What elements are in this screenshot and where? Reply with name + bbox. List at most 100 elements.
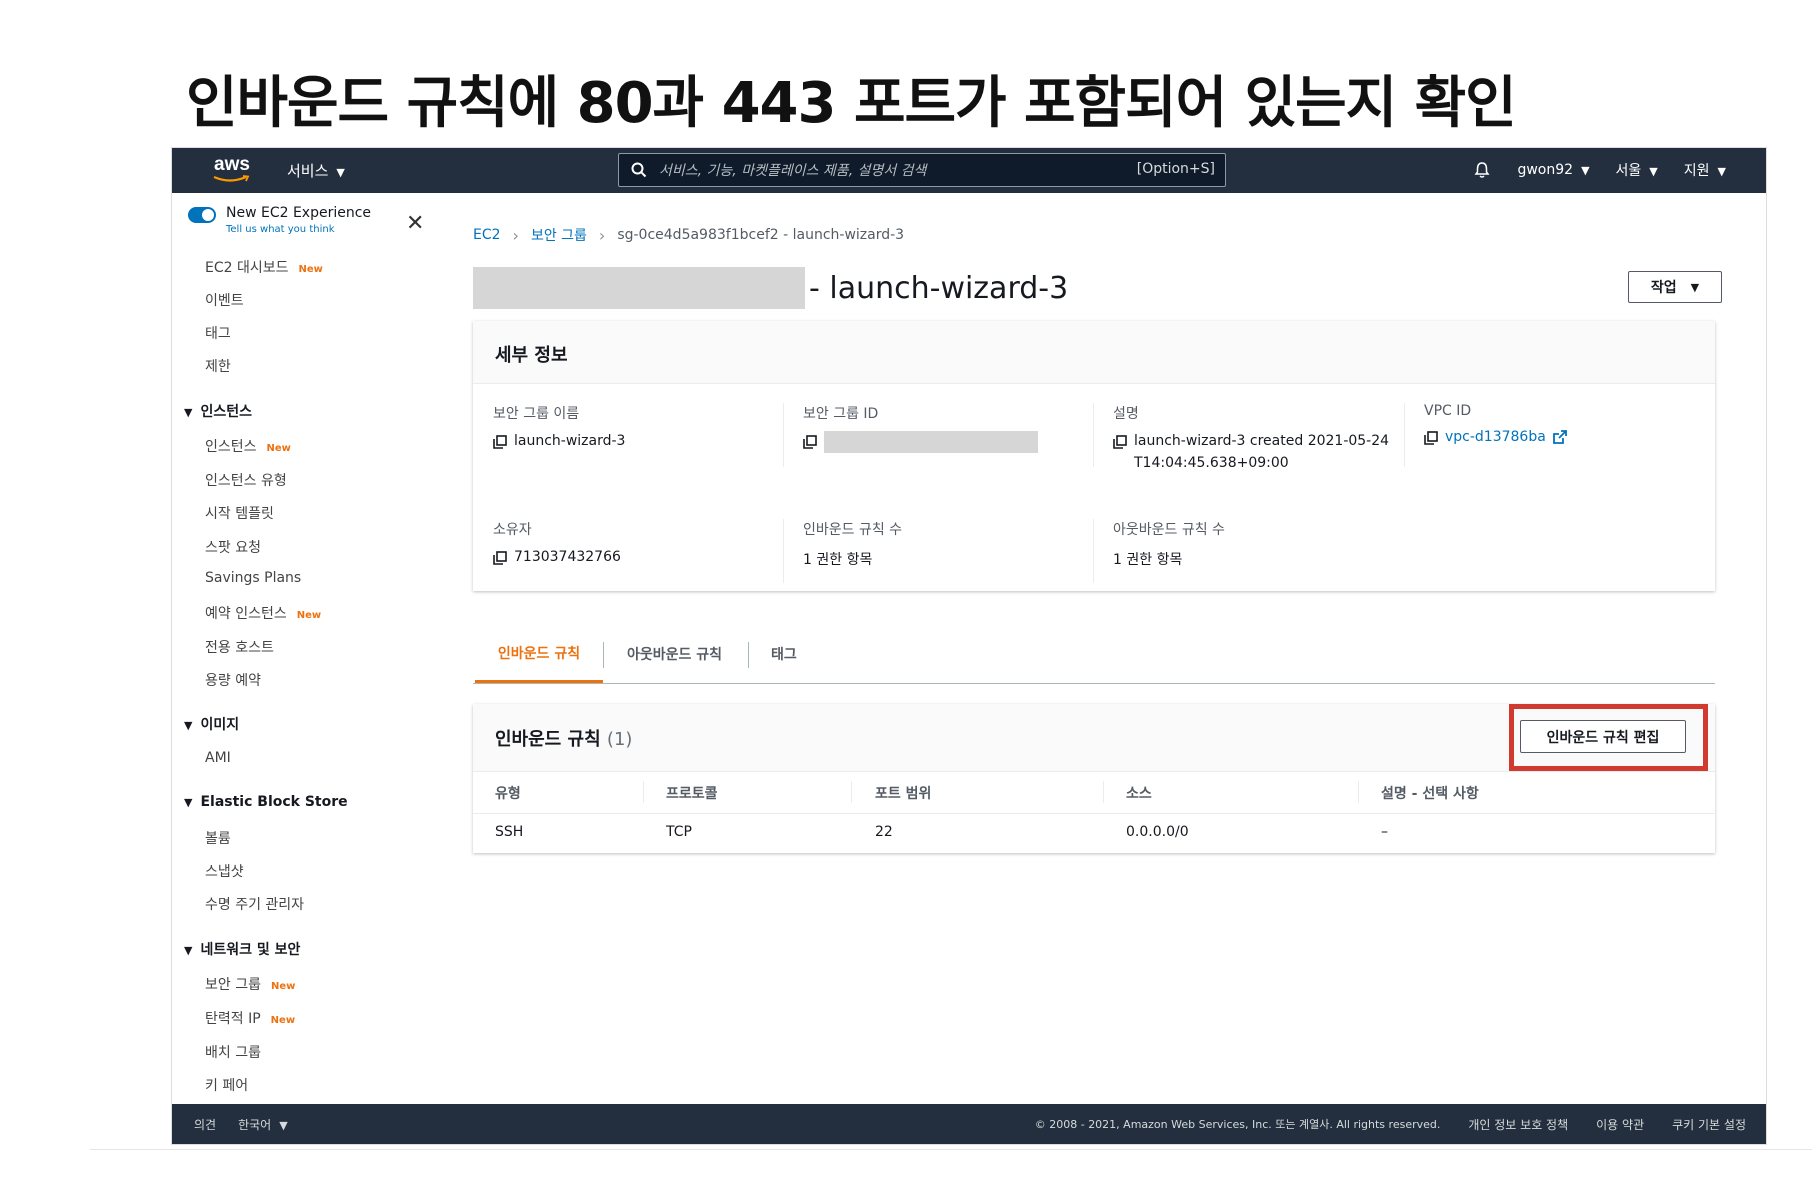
table-row[interactable]: SSH TCP 22 0.0.0.0/0 – (473, 814, 1715, 850)
aws-logo[interactable]: aws (212, 154, 254, 184)
column-divider (1358, 781, 1359, 803)
sidebar-section-ebs[interactable]: ▼ Elastic Block Store (184, 794, 348, 810)
copy-icon[interactable] (493, 435, 507, 449)
copyright-text: © 2008 - 2021, Amazon Web Services, Inc.… (1034, 1118, 1441, 1131)
sidebar: New EC2 Experience Tell us what you thin… (172, 193, 439, 1105)
sidebar-item-savings-plans[interactable]: Savings Plans (205, 570, 301, 586)
page-title-text: - launch-wizard-3 (809, 270, 1069, 306)
rules-count: (1) (606, 729, 633, 750)
column-divider (851, 781, 852, 803)
copy-icon[interactable] (803, 435, 817, 449)
search-shortcut-hint: [Option+S] (1136, 161, 1215, 177)
tab-tags[interactable]: 태그 (771, 625, 797, 683)
chevron-right-icon: › (512, 225, 519, 245)
field-label: 설명 (1113, 406, 1139, 422)
column-divider (783, 403, 784, 467)
sidebar-item-label: 예약 인스턴스 (205, 606, 287, 622)
column-header-source[interactable]: 소스 (1126, 783, 1152, 803)
services-label: 서비스 (287, 162, 329, 180)
sidebar-item-ami[interactable]: AMI (205, 750, 231, 766)
field-label: 소유자 (493, 522, 532, 538)
sidebar-item-instances[interactable]: 인스턴스 New (205, 436, 291, 456)
sidebar-section-instances[interactable]: ▼ 인스턴스 (184, 401, 252, 421)
column-header-protocol[interactable]: 프로토콜 (666, 783, 718, 803)
sidebar-item-label: 탄력적 IP (205, 1011, 261, 1027)
copy-icon[interactable] (493, 551, 507, 565)
sidebar-item-tags[interactable]: 태그 (205, 323, 231, 343)
sidebar-item-snapshots[interactable]: 스냅샷 (205, 861, 244, 881)
slide-title: 인바운드 규칙에 80과 443 포트가 포함되어 있는지 확인 (186, 71, 1517, 136)
sidebar-item-elastic-ips[interactable]: 탄력적 IP New (205, 1008, 295, 1028)
top-navigation: aws 서비스 ▼ [Option+S] gwon92 ▼ 서울 ▼ 지원 ▼ (172, 148, 1766, 193)
inbound-rules-heading: 인바운드 규칙 (1) (495, 725, 632, 751)
feedback-link[interactable]: 의견 (194, 1116, 216, 1133)
details-panel-header: 세부 정보 (473, 321, 1715, 384)
language-selector[interactable]: 한국어 ▼ (238, 1116, 288, 1133)
sidebar-item-dedicated-hosts[interactable]: 전용 호스트 (205, 637, 274, 657)
breadcrumb-ec2[interactable]: EC2 (473, 227, 501, 243)
actions-button[interactable]: 작업 ▼ (1628, 271, 1722, 303)
sidebar-item-spot-requests[interactable]: 스팟 요청 (205, 537, 261, 557)
privacy-link[interactable]: 개인 정보 보호 정책 (1468, 1116, 1568, 1133)
cell-source: 0.0.0.0/0 (1126, 824, 1189, 840)
column-header-description[interactable]: 설명 - 선택 사항 (1381, 783, 1479, 803)
chevron-down-icon: ▼ (1581, 164, 1590, 177)
copy-icon[interactable] (1424, 431, 1438, 445)
sidebar-section-network-security[interactable]: ▼ 네트워크 및 보안 (184, 939, 300, 959)
region-menu[interactable]: 서울 ▼ (1616, 160, 1658, 180)
bell-icon[interactable] (1473, 161, 1491, 179)
close-icon[interactable]: ✕ (406, 213, 424, 235)
column-divider (643, 781, 644, 803)
feedback-link[interactable]: Tell us what you think (226, 224, 335, 235)
search-icon (631, 162, 647, 178)
search-box[interactable]: [Option+S] (618, 153, 1226, 187)
table-header-row: 유형 프로토콜 포트 범위 소스 설명 - 선택 사항 (473, 771, 1715, 814)
chevron-down-icon: ▼ (279, 1119, 288, 1132)
breadcrumb-current: sg-0ce4d5a983f1bcef2 - launch-wizard-3 (617, 227, 905, 243)
edit-inbound-rules-button[interactable]: 인바운드 규칙 편집 (1520, 720, 1686, 753)
vpc-link[interactable]: vpc-d13786ba (1445, 429, 1546, 445)
sidebar-item-limits[interactable]: 제한 (205, 356, 231, 376)
tab-outbound-rules[interactable]: 아웃바운드 규칙 (627, 625, 722, 683)
new-experience-toggle[interactable] (188, 207, 216, 223)
search-input[interactable] (657, 158, 1101, 184)
copy-icon[interactable] (1113, 435, 1127, 449)
sidebar-item-ec2-dashboard[interactable]: EC2 대시보드 New (205, 257, 323, 277)
sidebar-item-instance-types[interactable]: 인스턴스 유형 (205, 470, 287, 490)
sidebar-item-placement-groups[interactable]: 배치 그룹 (205, 1042, 261, 1062)
cookie-preferences-link[interactable]: 쿠키 기본 설정 (1672, 1116, 1746, 1133)
section-title: Elastic Block Store (200, 794, 348, 810)
tab-inbound-rules[interactable]: 인바운드 규칙 (475, 625, 603, 683)
tab-divider (748, 642, 749, 668)
sidebar-item-reserved-instances[interactable]: 예약 인스턴스 New (205, 603, 321, 623)
sidebar-item-label: 인스턴스 (205, 439, 257, 455)
user-menu[interactable]: gwon92 ▼ (1517, 162, 1589, 178)
external-link-icon[interactable] (1552, 429, 1568, 445)
column-header-type[interactable]: 유형 (495, 783, 521, 803)
sidebar-item-security-groups[interactable]: 보안 그룹 New (205, 974, 295, 994)
footer: 의견 한국어 ▼ © 2008 - 2021, Amazon Web Servic… (172, 1104, 1766, 1144)
new-badge: New (298, 264, 323, 275)
sidebar-item-volumes[interactable]: 볼륨 (205, 828, 231, 848)
sidebar-item-capacity-reservations[interactable]: 용량 예약 (205, 670, 261, 690)
sidebar-item-key-pairs[interactable]: 키 페어 (205, 1075, 248, 1095)
caret-down-icon: ▼ (184, 796, 193, 809)
caret-down-icon: ▼ (184, 719, 193, 732)
column-header-port-range[interactable]: 포트 범위 (875, 783, 931, 803)
field-label: VPC ID (1424, 403, 1472, 419)
sidebar-item-launch-templates[interactable]: 시작 템플릿 (205, 503, 274, 523)
sidebar-item-lifecycle-manager[interactable]: 수명 주기 관리자 (205, 894, 304, 914)
support-menu[interactable]: 지원 ▼ (1684, 160, 1726, 180)
sidebar-item-events[interactable]: 이벤트 (205, 290, 244, 310)
breadcrumb-security-groups[interactable]: 보안 그룹 (531, 225, 587, 245)
sidebar-section-images[interactable]: ▼ 이미지 (184, 714, 239, 734)
page-title: - launch-wizard-3 (473, 267, 1068, 309)
terms-link[interactable]: 이용 약관 (1596, 1116, 1644, 1133)
new-badge: New (296, 610, 322, 621)
redacted-sg-id-value (824, 431, 1038, 453)
sg-name-field: 보안 그룹 이름 launch-wizard-3 (493, 403, 625, 449)
column-divider (1093, 403, 1094, 467)
section-title: 인스턴스 (200, 404, 252, 420)
rules-tabs: 인바운드 규칙 아웃바운드 규칙 태그 (473, 625, 1715, 684)
services-menu[interactable]: 서비스 ▼ (287, 160, 345, 181)
